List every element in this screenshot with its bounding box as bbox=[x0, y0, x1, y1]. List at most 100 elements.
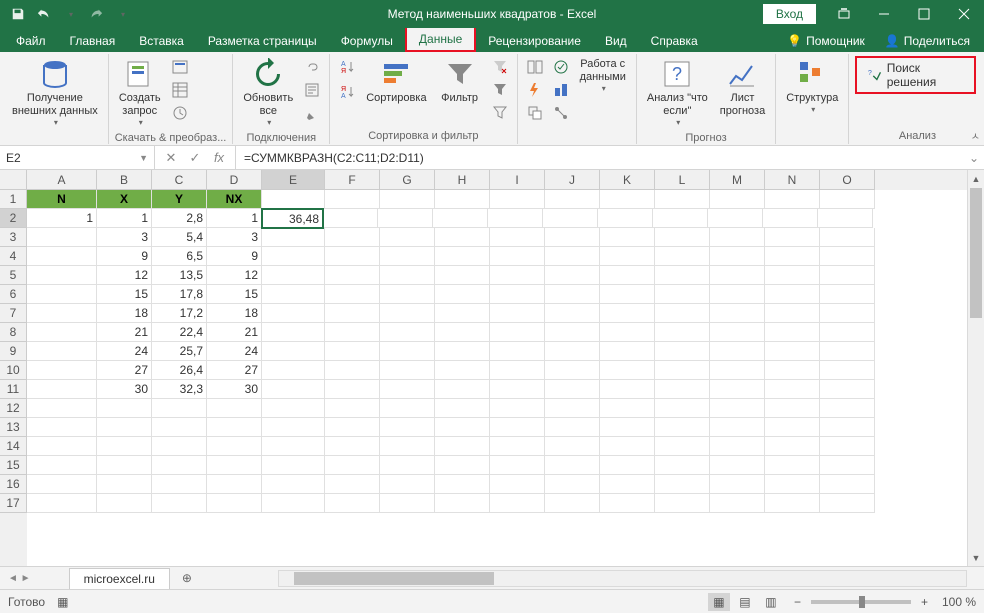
login-button[interactable]: Вход bbox=[763, 4, 816, 24]
structure-button[interactable]: Структура bbox=[782, 56, 842, 117]
cell[interactable] bbox=[380, 190, 435, 209]
hscroll-thumb[interactable] bbox=[294, 572, 494, 585]
cell[interactable] bbox=[710, 323, 765, 342]
vertical-scrollbar[interactable]: ▲ ▼ bbox=[967, 170, 984, 566]
cell[interactable] bbox=[820, 190, 875, 209]
tab-file[interactable]: Файл bbox=[4, 30, 58, 52]
name-box[interactable]: E2 ▼ bbox=[0, 146, 155, 169]
maximize-icon[interactable] bbox=[904, 0, 944, 28]
column-header[interactable]: N bbox=[765, 170, 820, 190]
minimize-icon[interactable] bbox=[864, 0, 904, 28]
cell[interactable] bbox=[152, 418, 207, 437]
cell[interactable] bbox=[97, 475, 152, 494]
cell[interactable] bbox=[655, 494, 710, 513]
cell[interactable] bbox=[600, 399, 655, 418]
cell[interactable] bbox=[545, 266, 600, 285]
sort-az-button[interactable]: АЯ bbox=[336, 56, 358, 78]
cell[interactable]: 26,4 bbox=[152, 361, 207, 380]
cell[interactable] bbox=[765, 190, 820, 209]
row-header[interactable]: 6 bbox=[0, 285, 27, 304]
cell[interactable] bbox=[655, 456, 710, 475]
cell[interactable]: X bbox=[97, 190, 152, 209]
cell[interactable] bbox=[490, 494, 545, 513]
collapse-ribbon-icon[interactable]: ㅅ bbox=[971, 128, 980, 143]
cell[interactable] bbox=[490, 342, 545, 361]
column-header[interactable]: O bbox=[820, 170, 875, 190]
cell[interactable] bbox=[545, 304, 600, 323]
cell[interactable] bbox=[27, 304, 97, 323]
relationships-button[interactable] bbox=[550, 102, 572, 124]
cell[interactable] bbox=[710, 266, 765, 285]
cell[interactable] bbox=[655, 475, 710, 494]
cell[interactable] bbox=[655, 323, 710, 342]
cell[interactable] bbox=[152, 475, 207, 494]
cell[interactable] bbox=[655, 190, 710, 209]
cell[interactable]: 17,8 bbox=[152, 285, 207, 304]
cell[interactable] bbox=[765, 361, 820, 380]
cell[interactable] bbox=[655, 361, 710, 380]
cell[interactable] bbox=[710, 342, 765, 361]
cell[interactable] bbox=[710, 285, 765, 304]
zoom-out-button[interactable]: − bbox=[794, 595, 801, 609]
scroll-down-icon[interactable]: ▼ bbox=[968, 549, 984, 566]
refresh-all-button[interactable]: Обновить все bbox=[239, 56, 297, 130]
cell[interactable] bbox=[207, 456, 262, 475]
cell[interactable]: 27 bbox=[97, 361, 152, 380]
undo-icon[interactable] bbox=[32, 2, 56, 26]
cell[interactable] bbox=[262, 380, 325, 399]
cell[interactable] bbox=[435, 418, 490, 437]
cell[interactable] bbox=[380, 342, 435, 361]
cell[interactable] bbox=[207, 418, 262, 437]
tab-data[interactable]: Данные bbox=[405, 26, 476, 52]
column-header[interactable]: B bbox=[97, 170, 152, 190]
cell[interactable] bbox=[325, 380, 380, 399]
cell[interactable] bbox=[710, 304, 765, 323]
cell[interactable]: 22,4 bbox=[152, 323, 207, 342]
cell[interactable]: 5,4 bbox=[152, 228, 207, 247]
cell[interactable] bbox=[820, 494, 875, 513]
cell[interactable] bbox=[380, 266, 435, 285]
cell[interactable]: 21 bbox=[207, 323, 262, 342]
cell[interactable]: 1 bbox=[97, 209, 152, 228]
cell[interactable] bbox=[27, 361, 97, 380]
cell[interactable] bbox=[820, 380, 875, 399]
cell[interactable] bbox=[380, 380, 435, 399]
sort-button[interactable]: Сортировка bbox=[362, 56, 430, 107]
row-header[interactable]: 10 bbox=[0, 361, 27, 380]
cell[interactable] bbox=[765, 399, 820, 418]
cell[interactable] bbox=[325, 437, 380, 456]
show-queries-button[interactable] bbox=[169, 56, 191, 78]
cell[interactable] bbox=[655, 285, 710, 304]
data-tools-button[interactable]: Работа с данными bbox=[576, 56, 630, 96]
cell[interactable]: N bbox=[27, 190, 97, 209]
filter-button[interactable]: Фильтр bbox=[435, 56, 485, 107]
cell[interactable] bbox=[600, 418, 655, 437]
cell[interactable] bbox=[600, 266, 655, 285]
cell[interactable] bbox=[380, 456, 435, 475]
cell[interactable] bbox=[545, 456, 600, 475]
row-header[interactable]: 12 bbox=[0, 399, 27, 418]
cell[interactable]: 25,7 bbox=[152, 342, 207, 361]
new-query-button[interactable]: Создать запрос bbox=[115, 56, 165, 130]
close-icon[interactable] bbox=[944, 0, 984, 28]
cell[interactable]: 12 bbox=[97, 266, 152, 285]
cell[interactable] bbox=[380, 494, 435, 513]
cell[interactable] bbox=[820, 228, 875, 247]
row-header[interactable]: 7 bbox=[0, 304, 27, 323]
cell[interactable] bbox=[600, 494, 655, 513]
cell[interactable] bbox=[490, 323, 545, 342]
share-button[interactable]: 👤Поделиться bbox=[875, 30, 980, 52]
cell[interactable]: 3 bbox=[207, 228, 262, 247]
cell[interactable] bbox=[262, 456, 325, 475]
row-header[interactable]: 17 bbox=[0, 494, 27, 513]
cell[interactable] bbox=[325, 494, 380, 513]
cell[interactable] bbox=[820, 399, 875, 418]
tell-me[interactable]: 💡Помощник bbox=[777, 30, 875, 52]
cell[interactable] bbox=[600, 247, 655, 266]
column-header[interactable]: A bbox=[27, 170, 97, 190]
cell[interactable] bbox=[818, 209, 873, 228]
cell[interactable] bbox=[207, 399, 262, 418]
cell[interactable] bbox=[27, 342, 97, 361]
text-to-columns-button[interactable] bbox=[524, 56, 546, 78]
sort-za-button[interactable]: ЯА bbox=[336, 81, 358, 103]
